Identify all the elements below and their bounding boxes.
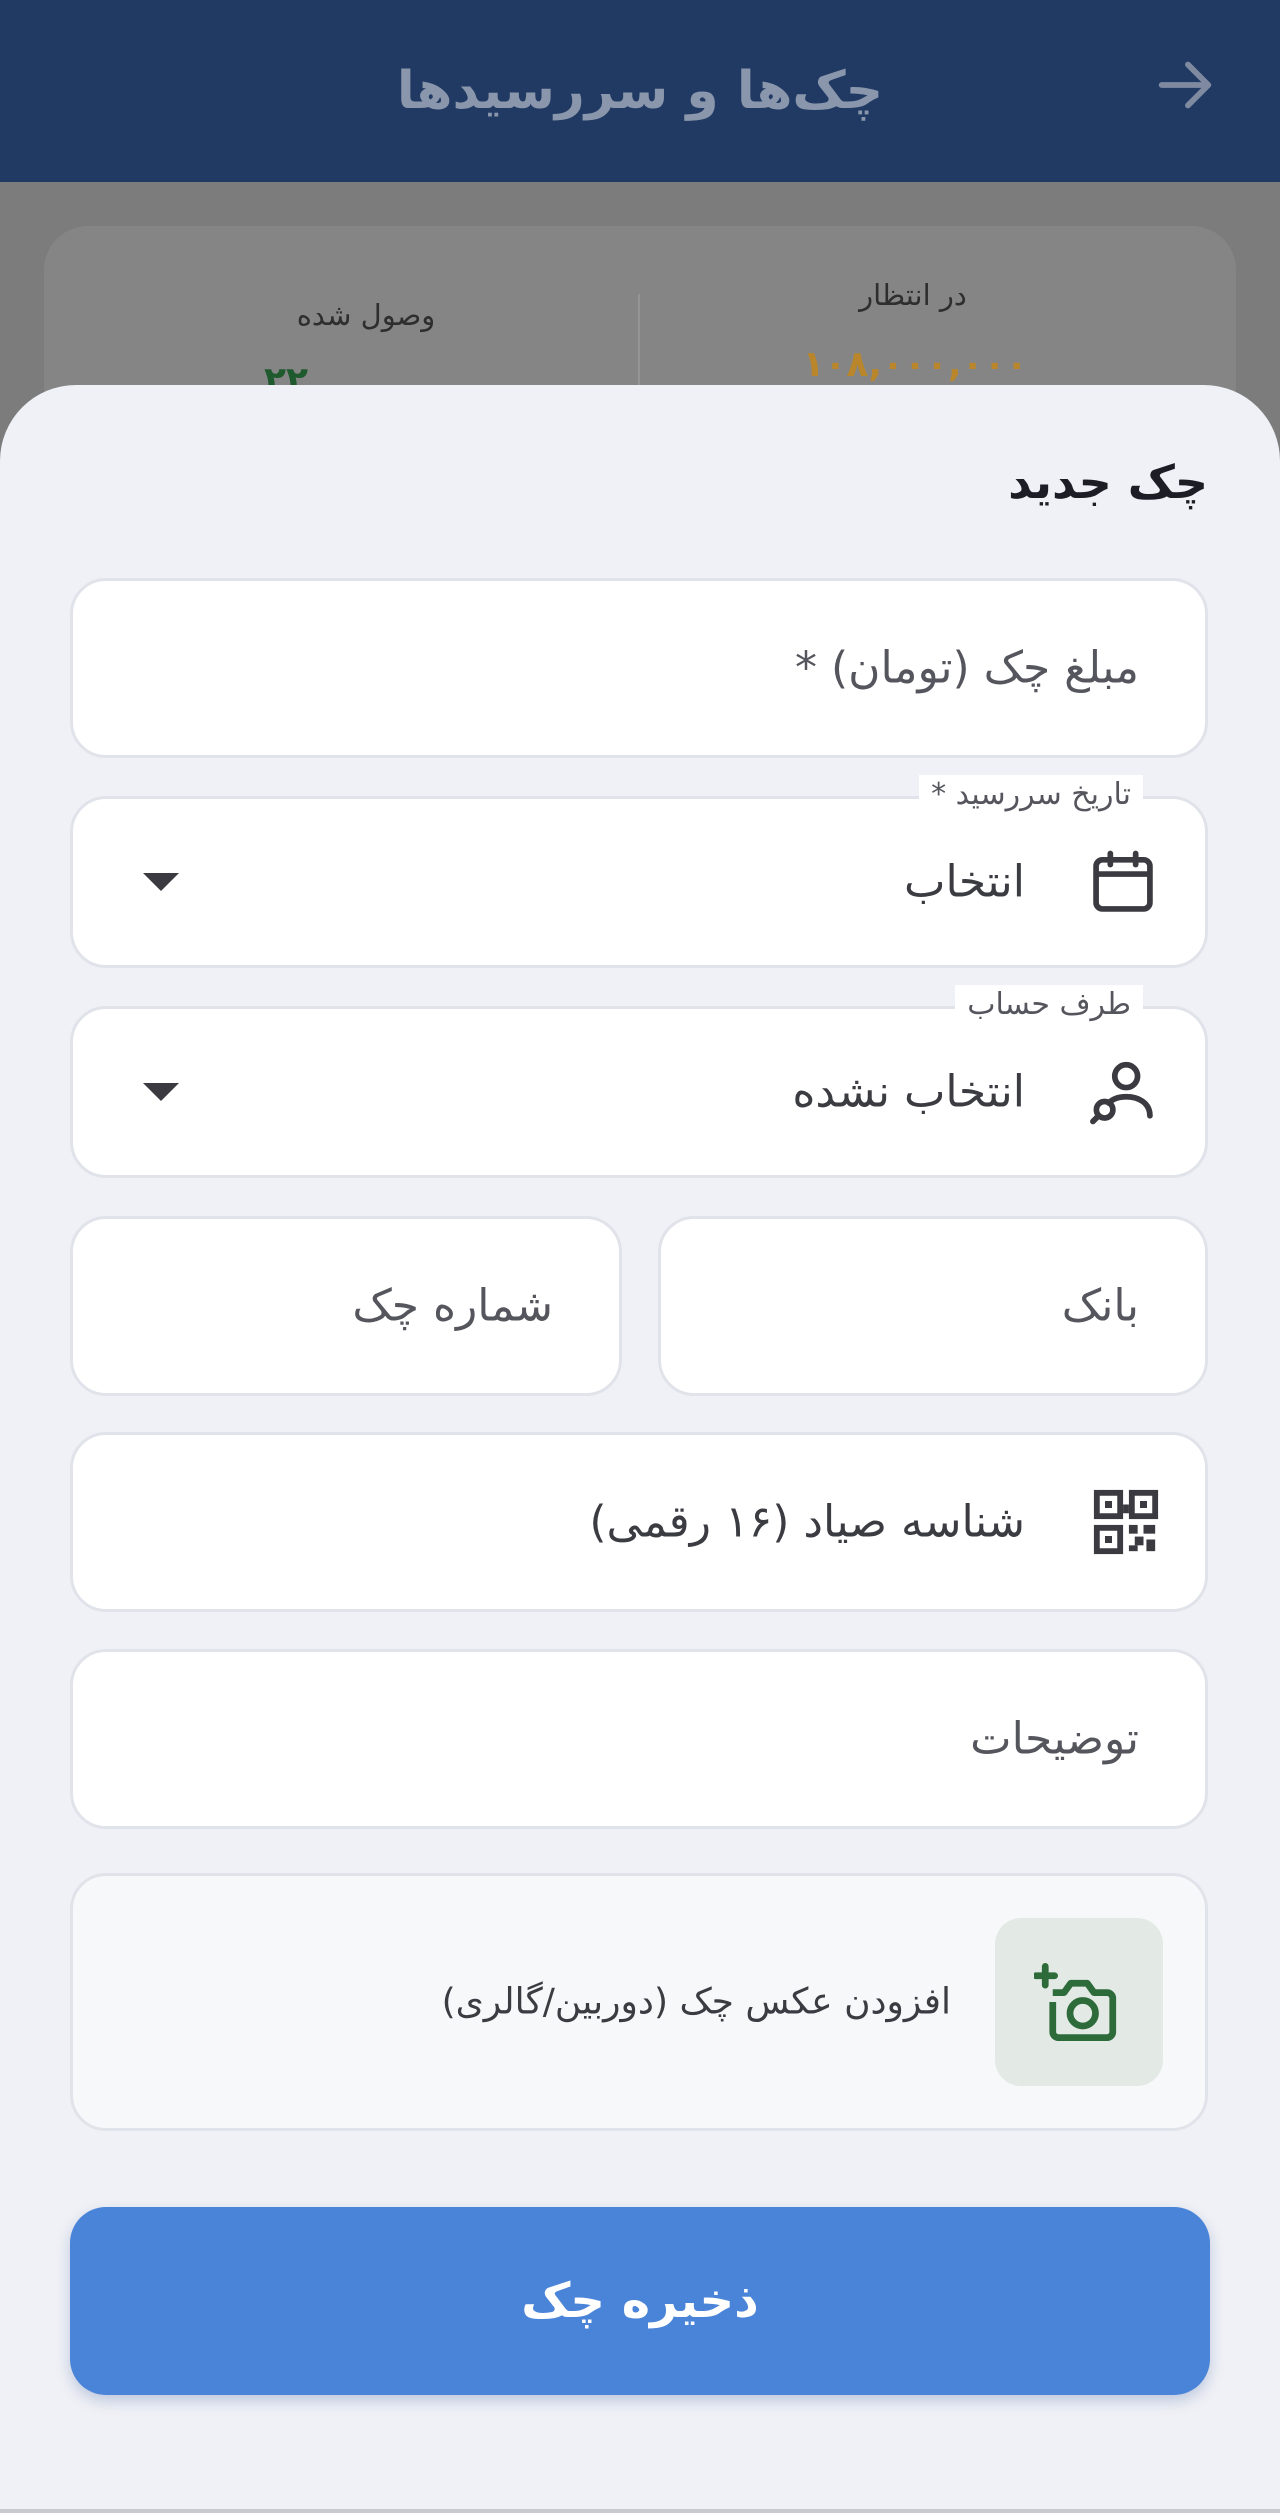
pending-label: در انتظار xyxy=(859,278,967,312)
notes-placeholder: توضیحات xyxy=(970,1713,1139,1765)
due-date-label: تاریخ سررسید * xyxy=(919,775,1143,815)
person-search-icon xyxy=(1090,1061,1153,1125)
system-nav-bar xyxy=(0,2509,1280,2513)
add-photo-button[interactable] xyxy=(995,1918,1163,2086)
app-bar: چک‌ها و سررسیدها xyxy=(0,0,1280,182)
bank-placeholder: بانک xyxy=(1061,1280,1139,1332)
counterparty-field[interactable]: طرف حساب انتخاب نشده xyxy=(70,985,1208,1178)
add-photo-label: افزودن عکس چک (دوربین/گالری) xyxy=(441,1981,951,2023)
sayad-id-field[interactable]: شناسه صیاد (۱۶ رقمی) xyxy=(70,1432,1208,1612)
amount-placeholder: مبلغ چک (تومان) * xyxy=(795,642,1139,694)
pending-value: ۱۰۸,۰۰۰,۰۰۰ xyxy=(802,344,1028,385)
due-date-value: انتخاب xyxy=(904,856,1025,908)
chevron-down-icon xyxy=(143,873,179,891)
chevron-down-icon xyxy=(143,1083,179,1101)
notes-field[interactable]: توضیحات xyxy=(70,1649,1208,1829)
save-check-button[interactable]: ذخیره چک xyxy=(70,2207,1210,2395)
due-date-field[interactable]: تاریخ سررسید * انتخاب xyxy=(70,775,1208,968)
qr-code-icon[interactable] xyxy=(1091,1487,1161,1557)
arrow-right-icon[interactable] xyxy=(1150,50,1220,120)
bank-field[interactable]: بانک xyxy=(658,1216,1208,1396)
amount-field[interactable]: مبلغ چک (تومان) * xyxy=(70,578,1208,758)
calendar-icon xyxy=(1093,850,1153,912)
counterparty-value: انتخاب نشده xyxy=(792,1066,1025,1118)
page-title: چک‌ها و سررسیدها xyxy=(396,61,884,121)
sayad-id-placeholder: شناسه صیاد (۱۶ رقمی) xyxy=(589,1496,1025,1548)
counterparty-label: طرف حساب xyxy=(955,985,1143,1025)
check-number-field[interactable]: شماره چک xyxy=(70,1216,622,1396)
sheet-title: چک جدید xyxy=(1008,455,1208,509)
received-label: وصول شده xyxy=(296,298,436,332)
check-number-placeholder: شماره چک xyxy=(352,1280,553,1332)
add-camera-icon xyxy=(1034,1963,1117,2041)
add-photo-area[interactable]: افزودن عکس چک (دوربین/گالری) xyxy=(70,1873,1208,2131)
